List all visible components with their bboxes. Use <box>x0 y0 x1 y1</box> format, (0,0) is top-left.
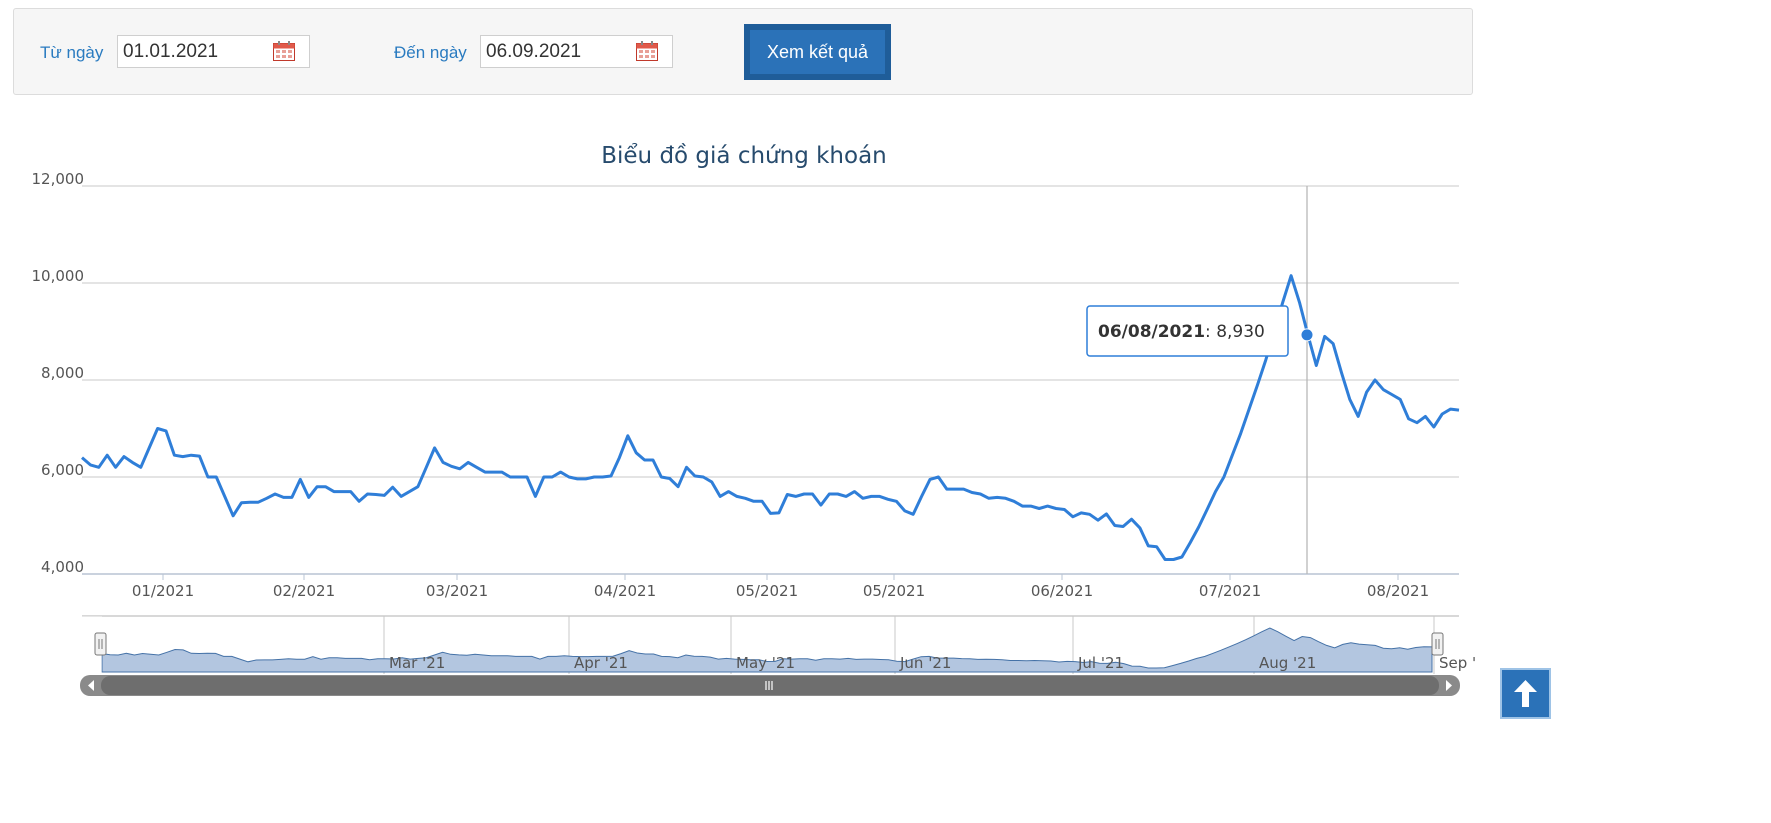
tooltip-text: 06/08/2021: 8,930 <box>1098 322 1265 342</box>
navigator-label: Sep ' <box>1439 654 1476 672</box>
tooltip-date: 06/08/2021 <box>1098 322 1205 342</box>
tooltip-value: 8,930 <box>1216 322 1265 342</box>
y-tick-label: 6,000 <box>41 461 84 479</box>
chart-title: Biểu đồ giá chứng khoán <box>601 143 887 169</box>
to-date-input[interactable] <box>481 36 636 67</box>
date-filter-bar: Từ ngày Đến ngày Xem kết quả <box>13 8 1473 95</box>
navigator-handle-right[interactable] <box>1431 632 1444 656</box>
navigator-label: Aug '21 <box>1259 654 1316 672</box>
view-results-label: Xem kết quả <box>750 30 885 74</box>
navigator-label: Jul '21 <box>1077 654 1124 672</box>
calendar-icon[interactable] <box>273 41 295 61</box>
calendar-icon[interactable] <box>636 41 658 61</box>
price-chart: Biểu đồ giá chứng khoán 4,000 6,000 8,000 1… <box>32 143 1476 696</box>
arrow-up-icon <box>1514 680 1537 707</box>
tooltip: 06/08/2021: 8,930 <box>1086 305 1289 357</box>
x-tick-label: 05/2021 <box>863 582 925 600</box>
from-date-field[interactable] <box>117 35 310 68</box>
x-tick-label: 02/2021 <box>273 582 335 600</box>
x-tick-label: 05/2021 <box>736 582 798 600</box>
navigator-scrollbar-thumb[interactable] <box>101 676 1439 695</box>
y-tick-label: 10,000 <box>32 267 85 285</box>
x-tick-label: 07/2021 <box>1199 582 1261 600</box>
navigator-label: Jun '21 <box>899 654 951 672</box>
scroll-top-button[interactable] <box>1500 668 1551 719</box>
y-tick-label: 8,000 <box>41 364 84 382</box>
x-axis-labels: 01/2021 02/2021 03/2021 04/2021 05/2021 05/20… <box>132 574 1429 600</box>
navigator[interactable]: Mar '21 Apr '21 May '21 Jun '21 Jul '21 Aug '… <box>80 615 1476 696</box>
view-results-button[interactable]: Xem kết quả <box>744 24 891 80</box>
x-tick-label: 01/2021 <box>132 582 194 600</box>
y-tick-label: 12,000 <box>32 170 85 188</box>
from-date-label: Từ ngày <box>40 43 104 62</box>
navigator-label: Mar '21 <box>389 654 445 672</box>
to-date-label: Đến ngày <box>394 43 467 62</box>
hover-point <box>1300 328 1314 342</box>
navigator-handle-left[interactable] <box>94 632 107 656</box>
to-date-field[interactable] <box>480 35 673 68</box>
navigator-label: May '21 <box>736 654 795 672</box>
y-axis-labels: 4,000 6,000 8,000 10,000 12,000 <box>32 170 85 576</box>
x-tick-label: 08/2021 <box>1367 582 1429 600</box>
tooltip-separator: : <box>1205 322 1216 342</box>
navigator-label: Apr '21 <box>574 654 628 672</box>
y-tick-label: 4,000 <box>41 558 84 576</box>
x-tick-label: 03/2021 <box>426 582 488 600</box>
from-date-input[interactable] <box>118 36 273 67</box>
x-tick-label: 06/2021 <box>1031 582 1093 600</box>
x-tick-label: 04/2021 <box>594 582 656 600</box>
